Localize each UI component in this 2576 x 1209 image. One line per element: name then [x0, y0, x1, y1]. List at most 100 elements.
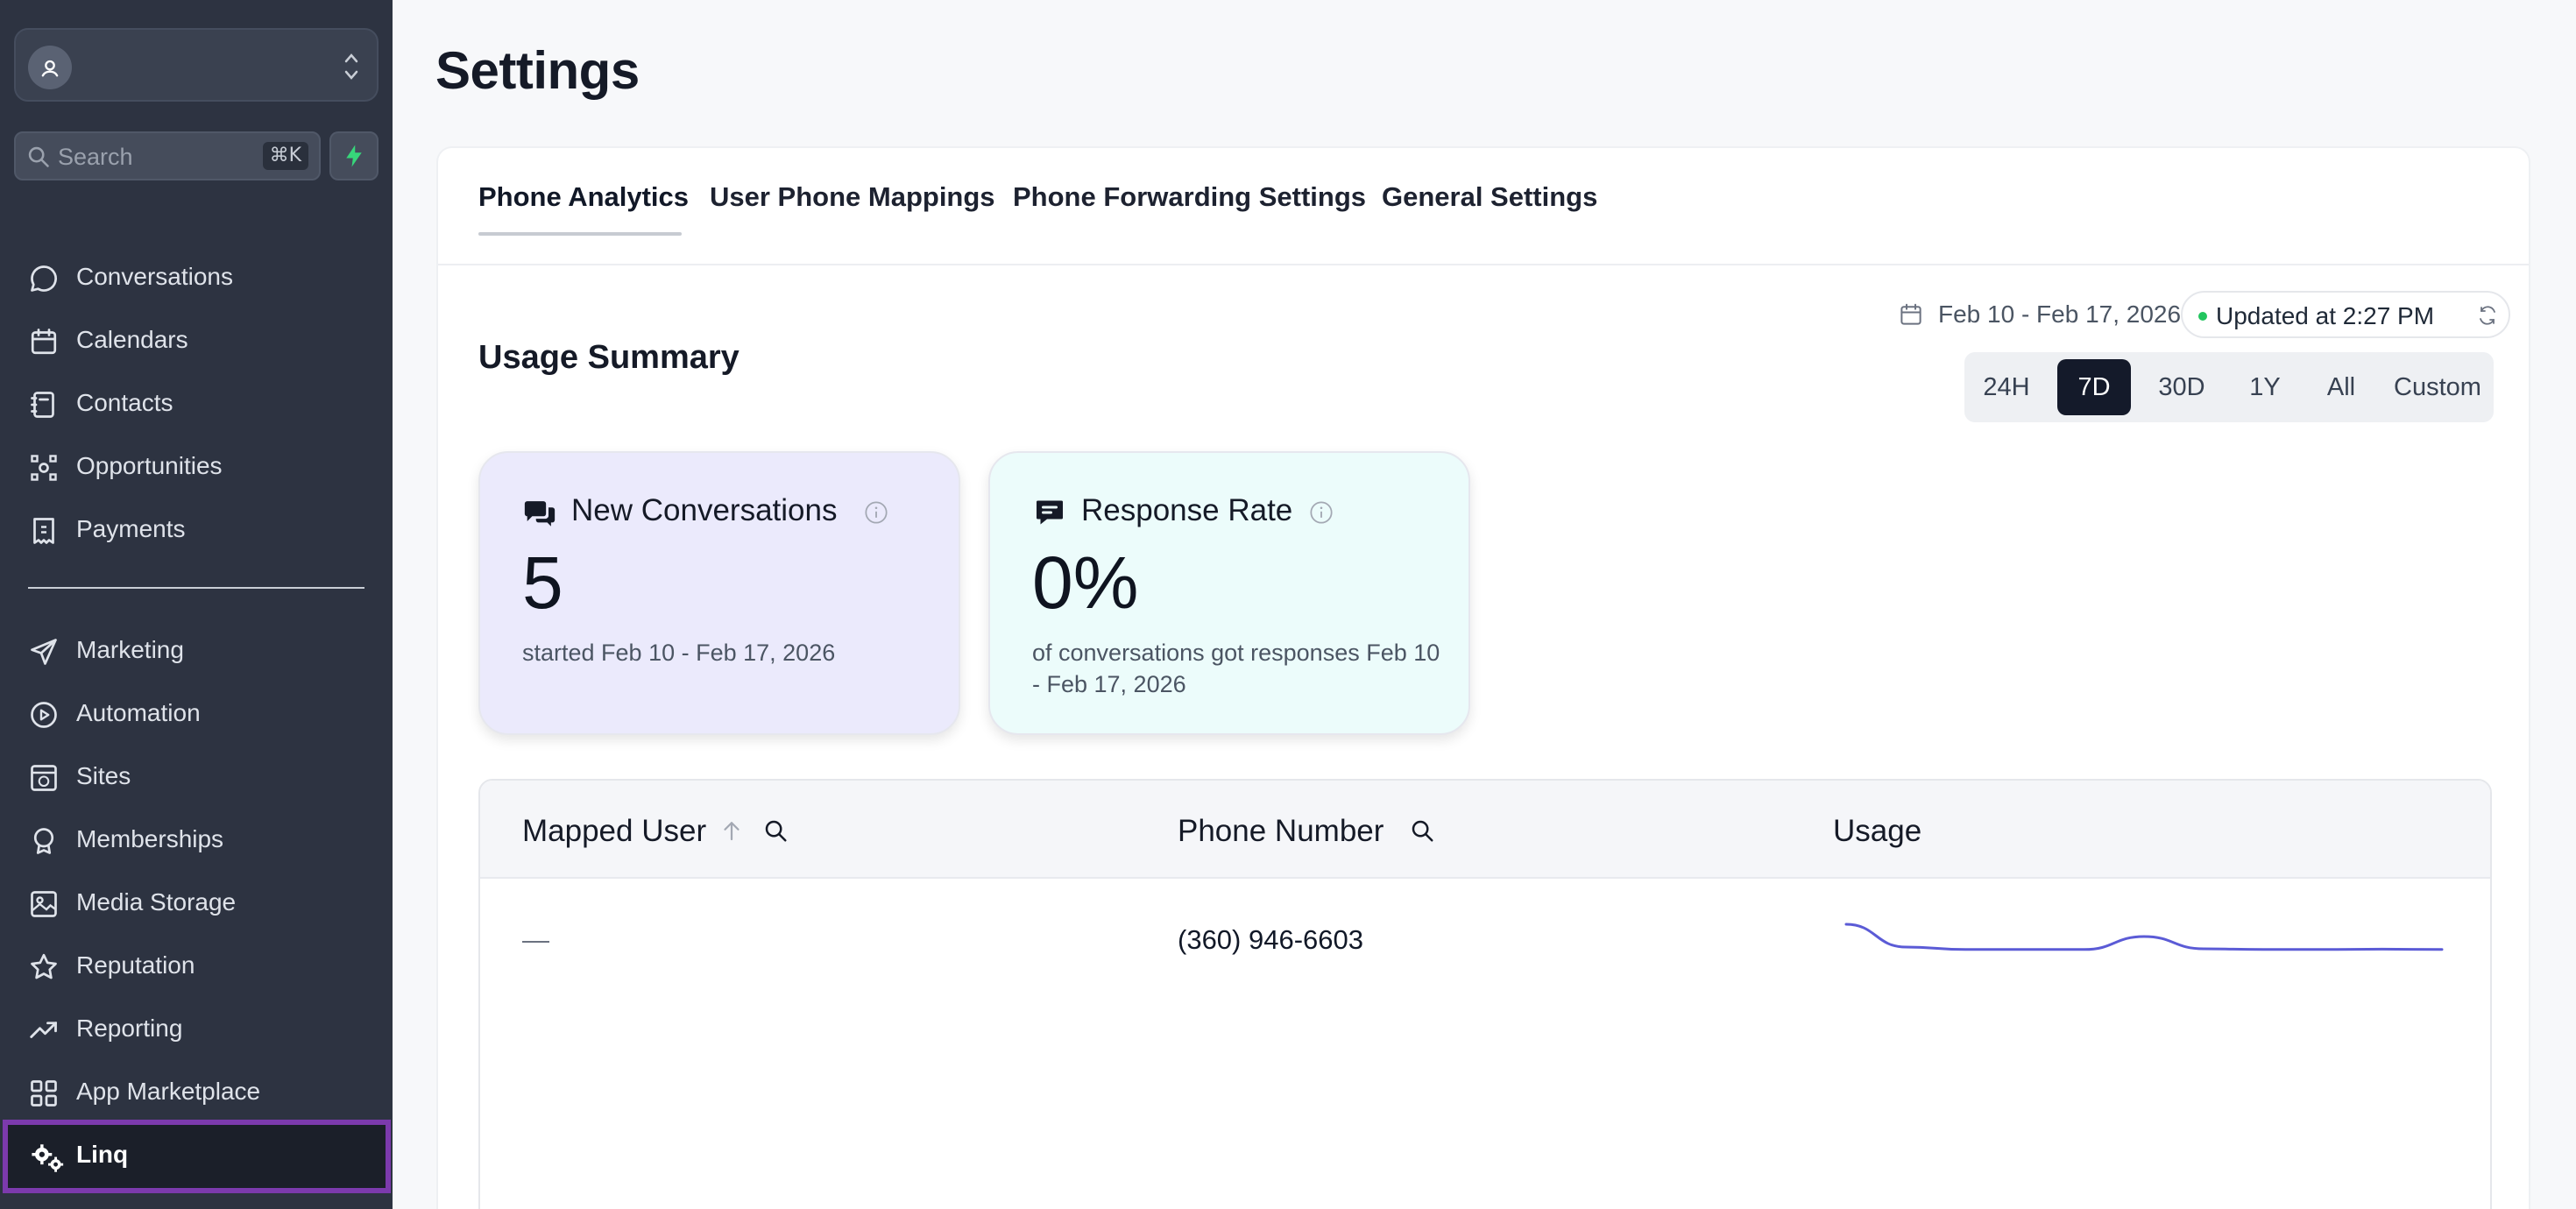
updated-text: Updated at 2:27 PM: [2216, 302, 2435, 329]
sidebar-item-label: Automation: [76, 699, 201, 726]
sidebar-item-label: Contacts: [76, 389, 173, 416]
invoice-icon: [33, 518, 54, 544]
active-tab-indicator: [478, 232, 682, 236]
sidebar-item-label: Reputation: [76, 951, 195, 979]
usage-summary-title: Usage Summary: [478, 339, 740, 376]
sidebar-item-label: Linq: [76, 1141, 129, 1168]
column-header-mapped-user[interactable]: Mapped User: [522, 814, 706, 849]
send-icon: [31, 639, 57, 665]
search-icon: [28, 146, 49, 167]
date-range-text: Feb 10 - Feb 17, 2026: [1938, 300, 2182, 328]
quick-action-button[interactable]: [329, 131, 379, 180]
sidebar-item-sites[interactable]: Sites: [0, 748, 393, 804]
sidebar-item-label: Marketing: [76, 636, 184, 663]
avatar: [28, 46, 72, 89]
star-icon: [31, 953, 57, 979]
sidebar-item-conversations[interactable]: Conversations: [0, 249, 393, 305]
refresh-icon[interactable]: [2477, 305, 2498, 326]
range-all-button[interactable]: All: [2304, 359, 2378, 415]
message-icon: [1037, 500, 1063, 525]
status-dot: [2198, 312, 2207, 321]
sidebar-item-reputation[interactable]: Reputation: [0, 937, 393, 993]
tab-user-phone-mappings[interactable]: User Phone Mappings: [710, 181, 995, 213]
tab-phone-analytics[interactable]: Phone Analytics: [478, 181, 689, 213]
settings-card: Phone Analytics User Phone Mappings Phon…: [436, 146, 2530, 1209]
badge-icon: [33, 828, 54, 854]
sidebar-item-linq[interactable]: Linq: [3, 1120, 391, 1193]
sidebar-item-label: Sites: [76, 762, 131, 789]
time-range-selector: 24H 7D 30D 1Y All Custom: [1964, 352, 2494, 422]
phone-number-cell: (360) 946-6603: [1178, 924, 1363, 955]
info-icon[interactable]: [864, 500, 888, 525]
sidebar-item-contacts[interactable]: Contacts: [0, 375, 393, 431]
sidebar-item-label: Reporting: [76, 1015, 183, 1042]
opportunities-icon: [31, 455, 57, 481]
sidebar-item-label: App Marketplace: [76, 1078, 261, 1105]
location-switcher[interactable]: [14, 28, 379, 102]
page-title: Settings: [435, 41, 640, 100]
updated-status-pill: Updated at 2:27 PM: [2181, 291, 2510, 338]
new-conversations-card: New Conversations 5 started Feb 10 - Feb…: [478, 451, 960, 735]
gears-icon: [32, 1144, 64, 1172]
sidebar-item-hidden[interactable]: [0, 187, 393, 217]
range-24h-button[interactable]: 24H: [1971, 359, 2042, 415]
trend-up-icon: [30, 1022, 57, 1038]
range-1y-button[interactable]: 1Y: [2233, 359, 2297, 415]
stat-value: 0%: [1032, 541, 1139, 624]
calendar-icon: [1900, 303, 1921, 325]
usage-sparkline-line: [1844, 923, 2444, 951]
globe-window-icon: [31, 765, 57, 791]
search-placeholder: Search: [58, 144, 133, 170]
stat-subtitle: of conversations got responses Feb 10 - …: [1032, 640, 1440, 697]
mapped-user-cell: —: [522, 924, 549, 955]
range-30d-button[interactable]: 30D: [2138, 359, 2226, 415]
phone-usage-table: Mapped User Phone Number Usage — (360) 9…: [478, 779, 2492, 1209]
sidebar-item-label: Conversations: [76, 263, 233, 290]
sidebar-item-calendars[interactable]: Calendars: [0, 312, 393, 368]
sidebar-item-label: Calendars: [76, 326, 188, 353]
grid-icon: [31, 1080, 57, 1106]
tab-general-settings[interactable]: General Settings: [1382, 181, 1597, 213]
sidebar-item-opportunities[interactable]: Opportunities: [0, 438, 393, 494]
range-7d-button[interactable]: 7D: [2057, 359, 2131, 415]
sidebar-item-automation[interactable]: Automation: [0, 685, 393, 741]
sidebar-item-reporting[interactable]: Reporting: [0, 1000, 393, 1057]
conversations-icon: [524, 501, 556, 527]
column-header-usage: Usage: [1833, 814, 1922, 848]
stat-title: Response Rate: [1081, 493, 1293, 527]
column-header-phone-number[interactable]: Phone Number: [1178, 814, 1384, 849]
stat-value: 5: [522, 541, 563, 624]
sidebar-item-marketing[interactable]: Marketing: [0, 622, 393, 678]
sidebar-item-app-marketplace[interactable]: App Marketplace: [0, 1064, 393, 1120]
image-icon: [31, 891, 57, 917]
info-icon[interactable]: [1309, 500, 1334, 525]
automation-icon: [31, 702, 57, 728]
settings-tabs: Phone Analytics User Phone Mappings Phon…: [438, 148, 2529, 265]
sidebar-item-label: Memberships: [76, 825, 224, 852]
search-input[interactable]: Search ⌘K: [14, 131, 321, 180]
search-icon[interactable]: [1409, 817, 1435, 844]
lightning-icon: [346, 145, 362, 167]
calendar-icon: [31, 329, 57, 355]
usage-sparkline: [1844, 923, 2444, 951]
stat-subtitle: started Feb 10 - Feb 17, 2026: [522, 640, 836, 666]
chat-bubble-icon: [31, 265, 57, 292]
sidebar-item-media-storage[interactable]: Media Storage: [0, 874, 393, 930]
search-icon[interactable]: [762, 817, 789, 844]
contacts-book-icon: [31, 392, 54, 418]
date-range-display[interactable]: Feb 10 - Feb 17, 2026: [1898, 299, 2181, 330]
sidebar-item-memberships[interactable]: Memberships: [0, 811, 393, 867]
location-pin-icon: [41, 60, 59, 77]
sidebar-item-label: Media Storage: [76, 888, 237, 916]
sidebar-item-payments[interactable]: Payments: [0, 501, 393, 557]
sidebar-divider: [28, 587, 364, 589]
chevron-up-down-icon: [344, 53, 358, 80]
tab-phone-forwarding-settings[interactable]: Phone Forwarding Settings: [1013, 181, 1366, 213]
sort-ascending-icon[interactable]: [718, 817, 745, 844]
response-rate-card: Response Rate 0% of conversations got re…: [988, 451, 1470, 735]
search-shortcut: ⌘K: [262, 142, 308, 170]
sidebar-item-label: Payments: [76, 515, 186, 542]
stat-title: New Conversations: [571, 493, 838, 527]
table-header: Mapped User Phone Number Usage: [480, 781, 2490, 879]
range-custom-button[interactable]: Custom: [2387, 359, 2488, 415]
